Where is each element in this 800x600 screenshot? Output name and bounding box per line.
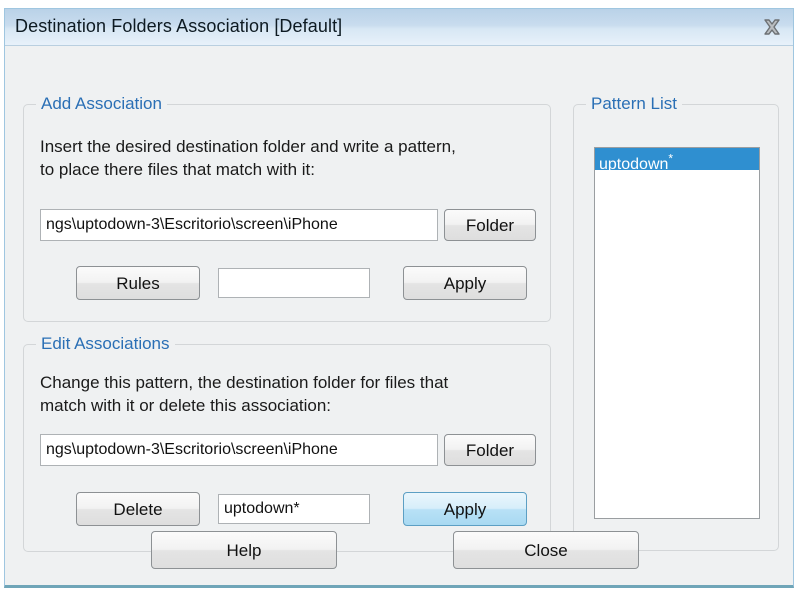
- edit-destination-folder-input[interactable]: [40, 434, 438, 466]
- edit-associations-legend: Edit Associations: [36, 334, 175, 354]
- title-bar: Destination Folders Association [Default…: [5, 9, 793, 46]
- edit-associations-group: Edit Associations Change this pattern, t…: [23, 334, 551, 552]
- close-dialog-button[interactable]: Close: [453, 531, 639, 569]
- pattern-list-group: Pattern List uptodown*: [573, 94, 779, 551]
- pattern-list-legend: Pattern List: [586, 94, 682, 114]
- help-button[interactable]: Help: [151, 531, 337, 569]
- dialog-client-area: Add Association Insert the desired desti…: [5, 46, 793, 585]
- add-apply-button[interactable]: Apply: [403, 266, 527, 300]
- add-association-group: Add Association Insert the desired desti…: [23, 94, 551, 322]
- dialog-window: Destination Folders Association [Default…: [4, 8, 794, 588]
- close-x-icon[interactable]: [759, 15, 785, 39]
- add-destination-folder-input[interactable]: [40, 209, 438, 241]
- add-pattern-input[interactable]: [218, 268, 370, 298]
- add-folder-browse-button[interactable]: Folder: [444, 209, 536, 241]
- rules-button[interactable]: Rules: [76, 266, 200, 300]
- add-association-instruction: Insert the desired destination folder an…: [40, 137, 456, 179]
- list-item-label: uptodown*: [599, 152, 674, 174]
- add-association-legend: Add Association: [36, 94, 167, 114]
- edit-associations-instruction: Change this pattern, the destination fol…: [40, 373, 449, 415]
- edit-apply-button[interactable]: Apply: [403, 492, 527, 526]
- pattern-listbox[interactable]: uptodown*: [594, 147, 760, 519]
- list-item[interactable]: uptodown*: [595, 148, 759, 174]
- edit-pattern-input[interactable]: [218, 494, 370, 524]
- edit-folder-browse-button[interactable]: Folder: [444, 434, 536, 466]
- delete-association-button[interactable]: Delete: [76, 492, 200, 526]
- wildcard-asterisk: *: [668, 152, 674, 166]
- window-title: Destination Folders Association [Default…: [15, 16, 343, 36]
